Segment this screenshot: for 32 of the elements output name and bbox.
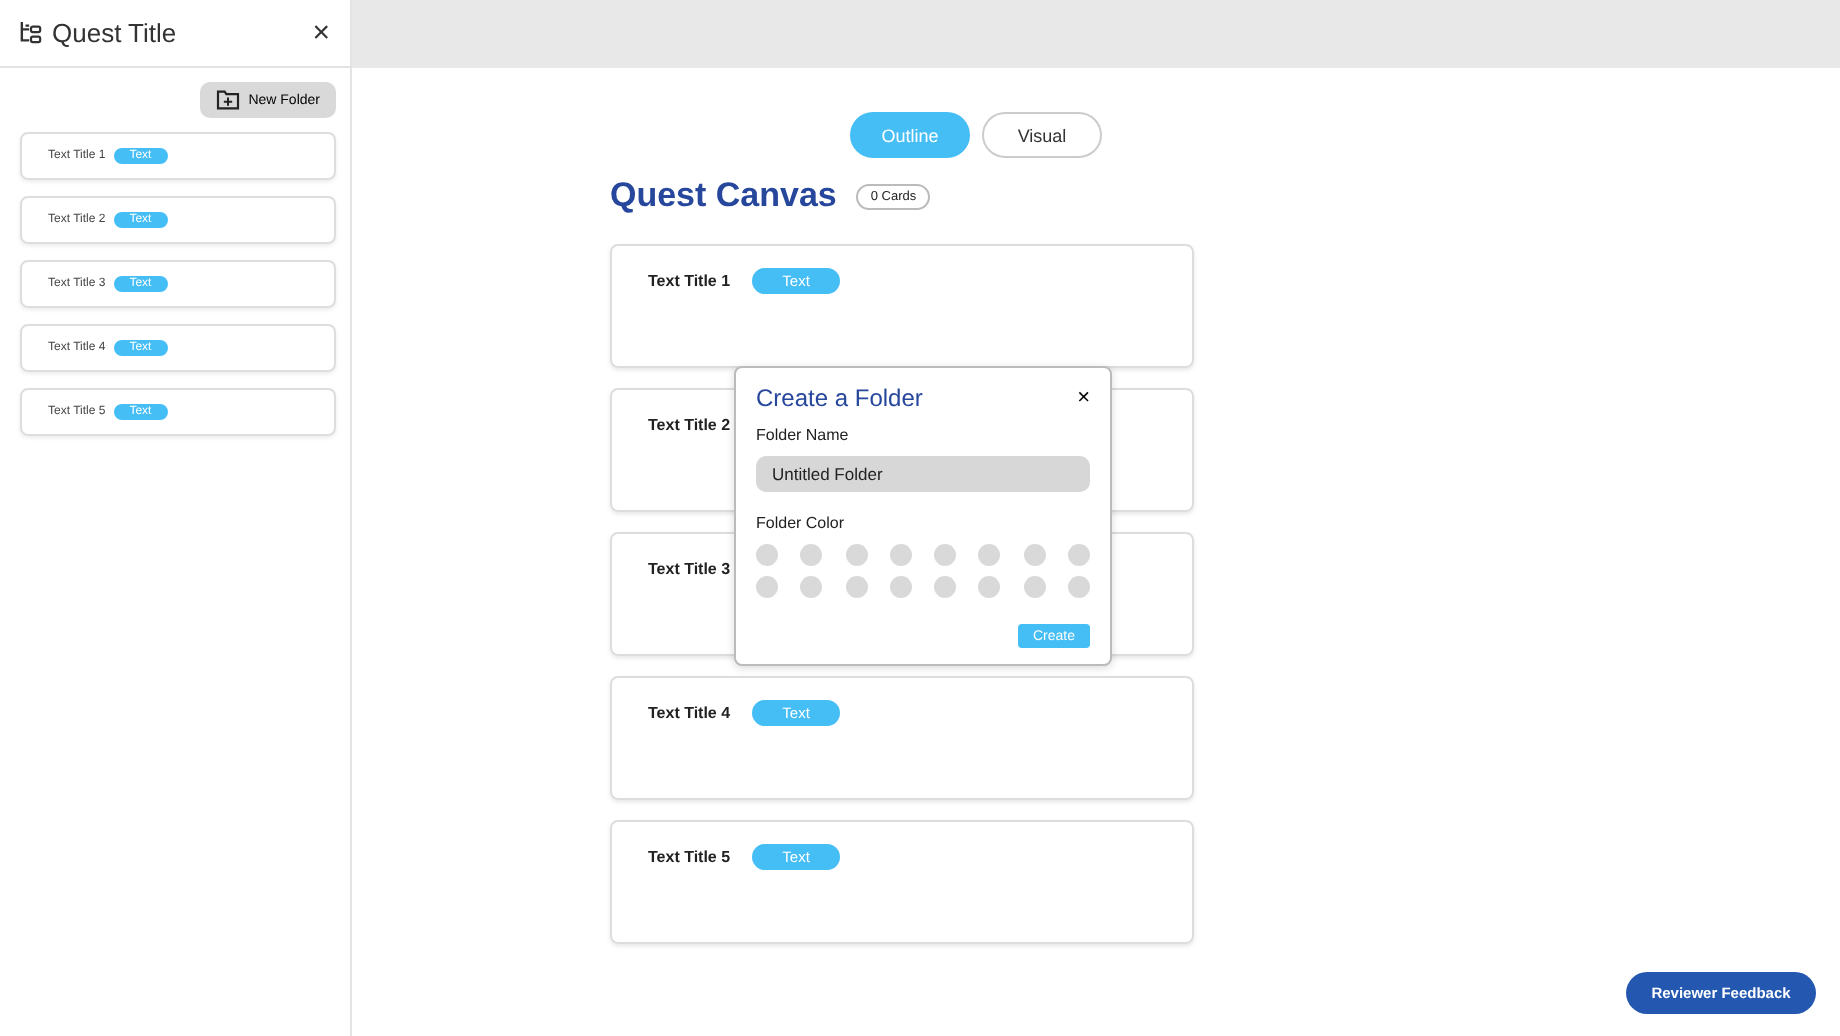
dialog-title: Create a Folder (756, 384, 923, 412)
card-title: Text Title 5 (648, 846, 731, 870)
color-swatch[interactable] (1023, 544, 1046, 566)
color-swatch[interactable] (889, 544, 912, 566)
folder-plus-icon (216, 90, 241, 110)
card-title: Text Title 3 (648, 558, 731, 582)
color-swatch[interactable] (845, 576, 868, 598)
color-swatch[interactable] (800, 544, 823, 566)
folder-tree-icon (20, 22, 42, 44)
sidebar-title: Quest Title (52, 18, 179, 48)
field-label: Folder Name (756, 426, 851, 444)
card-title: Text Title 2 (648, 414, 731, 438)
card-title: Text Title 4 (648, 702, 731, 726)
color-swatch[interactable] (1067, 576, 1090, 598)
color-swatch[interactable] (756, 544, 778, 566)
color-swatch[interactable] (1023, 576, 1046, 598)
color-swatch[interactable] (756, 576, 778, 598)
field-label: Folder Color (756, 514, 847, 532)
view-tab[interactable]: Visual (982, 112, 1102, 158)
color-swatch[interactable] (934, 576, 957, 598)
color-swatch[interactable] (978, 576, 1001, 598)
card-title: Text Title 1 (648, 270, 731, 294)
color-swatch[interactable] (934, 544, 957, 566)
color-swatch[interactable] (978, 544, 1001, 566)
folder-name-field[interactable]: Untitled Folder (756, 456, 1090, 492)
color-swatch[interactable] (845, 544, 868, 566)
canvas-title: Quest Canvas (610, 176, 837, 216)
color-swatch[interactable] (889, 576, 912, 598)
close-button[interactable]: × (1077, 386, 1090, 410)
close-button[interactable]: × (312, 16, 330, 50)
color-swatch[interactable] (800, 576, 823, 598)
color-swatch[interactable] (1067, 544, 1090, 566)
